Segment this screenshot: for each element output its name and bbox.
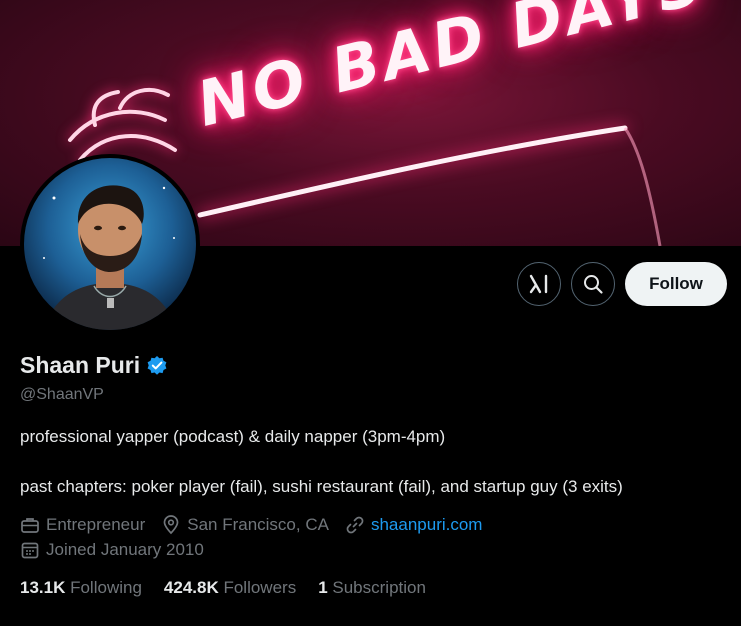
website-link[interactable]: shaanpuri.com [371,515,483,535]
followers-count: 424.8K [163,578,224,597]
handle: @ShaanVP [20,386,104,403]
profile-joined-row: Joined January 2010 [20,540,220,560]
bio: professional yapper (podcast) & daily na… [20,426,623,498]
briefcase-icon [21,518,39,533]
search-icon [584,275,603,294]
website-item: shaanpuri.com [345,515,483,535]
follow-button[interactable]: Follow [625,262,727,306]
category-text: Entrepreneur [46,515,146,534]
profile-stats: 13.1K Following 424.8K Followers 1 Subsc… [20,578,448,598]
display-name: Shaan Puri [20,352,141,378]
profile-actions: Follow [517,262,727,306]
bio-line: professional yapper (podcast) & daily na… [20,427,446,446]
search-button[interactable] [571,262,615,306]
grok-button[interactable] [517,262,561,306]
followers-stat[interactable]: 424.8K Followers [164,578,296,598]
avatar[interactable] [20,154,200,334]
location-pin-icon [163,515,179,535]
avatar-illustration [24,158,196,330]
profile-meta-row: Entrepreneur San Francisco, CA shaanpuri… [20,515,498,535]
subscriptions-label: Subscription [332,578,426,597]
location-text: San Francisco, CA [187,515,329,534]
calendar-icon [21,542,39,559]
followers-label: Followers [223,578,297,597]
verified-badge-icon[interactable] [146,355,168,377]
following-count: 13.1K [20,578,71,597]
profile-name-row: Shaan Puri [20,352,168,379]
following-label: Following [70,578,142,597]
joined-item: Joined January 2010 [20,540,204,560]
joined-text: Joined January 2010 [46,540,204,559]
bio-line: past chapters: poker player (fail), sush… [20,477,623,496]
grok-icon [529,274,548,294]
category-item: Entrepreneur [20,515,145,535]
subscriptions-count: 1 [318,578,333,597]
link-icon [346,516,364,534]
location-item: San Francisco, CA [161,515,329,535]
subscriptions-stat[interactable]: 1 Subscription [318,578,426,598]
following-stat[interactable]: 13.1K Following [20,578,142,598]
